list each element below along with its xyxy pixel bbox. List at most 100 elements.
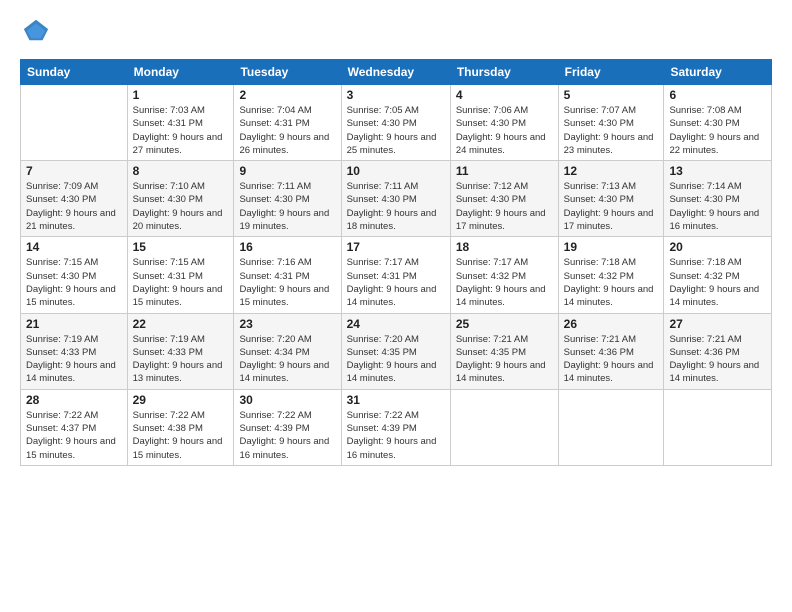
day-info: Sunrise: 7:14 AMSunset: 4:30 PMDaylight:…: [669, 180, 766, 233]
calendar-cell: 19 Sunrise: 7:18 AMSunset: 4:32 PMDayligh…: [558, 237, 664, 313]
calendar-cell: 10 Sunrise: 7:11 AMSunset: 4:30 PMDayligh…: [341, 161, 450, 237]
day-number: 19: [564, 240, 659, 254]
day-info: Sunrise: 7:19 AMSunset: 4:33 PMDaylight:…: [26, 333, 122, 386]
calendar-cell: 27 Sunrise: 7:21 AMSunset: 4:36 PMDayligh…: [664, 313, 772, 389]
calendar-cell: 4 Sunrise: 7:06 AMSunset: 4:30 PMDaylight…: [450, 85, 558, 161]
calendar-cell: 22 Sunrise: 7:19 AMSunset: 4:33 PMDayligh…: [127, 313, 234, 389]
calendar-cell: 23Sunrise: 7:20 AMSunset: 4:34 PMDayligh…: [234, 313, 341, 389]
calendar-cell: 30 Sunrise: 7:22 AMSunset: 4:39 PMDayligh…: [234, 389, 341, 465]
calendar-table: Sunday Monday Tuesday Wednesday Thursday…: [20, 59, 772, 466]
calendar-cell: 9 Sunrise: 7:11 AMSunset: 4:30 PMDaylight…: [234, 161, 341, 237]
day-number: 22: [133, 317, 229, 331]
day-info: Sunrise: 7:11 AMSunset: 4:30 PMDaylight:…: [347, 180, 445, 233]
calendar-cell: 5 Sunrise: 7:07 AMSunset: 4:30 PMDaylight…: [558, 85, 664, 161]
day-info: Sunrise: 7:22 AMSunset: 4:39 PMDaylight:…: [239, 409, 335, 462]
logo-icon: [22, 16, 50, 44]
calendar-cell: 31Sunrise: 7:22 AMSunset: 4:39 PMDayligh…: [341, 389, 450, 465]
col-sunday: Sunday: [21, 60, 128, 85]
calendar-cell: [21, 85, 128, 161]
day-info: Sunrise: 7:13 AMSunset: 4:30 PMDaylight:…: [564, 180, 659, 233]
day-info: Sunrise: 7:19 AMSunset: 4:33 PMDaylight:…: [133, 333, 229, 386]
calendar-cell: 12 Sunrise: 7:13 AMSunset: 4:30 PMDayligh…: [558, 161, 664, 237]
day-info: Sunrise: 7:22 AMSunset: 4:37 PMDaylight:…: [26, 409, 122, 462]
day-info: Sunrise: 7:22 AMSunset: 4:38 PMDaylight:…: [133, 409, 229, 462]
calendar-cell: 8 Sunrise: 7:10 AMSunset: 4:30 PMDaylight…: [127, 161, 234, 237]
calendar-cell: 13 Sunrise: 7:14 AMSunset: 4:30 PMDayligh…: [664, 161, 772, 237]
day-info: Sunrise: 7:16 AMSunset: 4:31 PMDaylight:…: [239, 256, 335, 309]
calendar-cell: 21 Sunrise: 7:19 AMSunset: 4:33 PMDayligh…: [21, 313, 128, 389]
calendar-week-row: 1 Sunrise: 7:03 AMSunset: 4:31 PMDaylight…: [21, 85, 772, 161]
calendar-header-row: Sunday Monday Tuesday Wednesday Thursday…: [21, 60, 772, 85]
day-number: 15: [133, 240, 229, 254]
day-number: 11: [456, 164, 553, 178]
day-info: Sunrise: 7:07 AMSunset: 4:30 PMDaylight:…: [564, 104, 659, 157]
calendar-cell: 20Sunrise: 7:18 AMSunset: 4:32 PMDayligh…: [664, 237, 772, 313]
day-info: Sunrise: 7:17 AMSunset: 4:32 PMDaylight:…: [456, 256, 553, 309]
day-info: Sunrise: 7:10 AMSunset: 4:30 PMDaylight:…: [133, 180, 229, 233]
day-number: 1: [133, 88, 229, 102]
day-info: Sunrise: 7:04 AMSunset: 4:31 PMDaylight:…: [239, 104, 335, 157]
day-info: Sunrise: 7:06 AMSunset: 4:30 PMDaylight:…: [456, 104, 553, 157]
day-number: 8: [133, 164, 229, 178]
calendar-cell: 29 Sunrise: 7:22 AMSunset: 4:38 PMDayligh…: [127, 389, 234, 465]
day-info: Sunrise: 7:21 AMSunset: 4:36 PMDaylight:…: [669, 333, 766, 386]
day-number: 30: [239, 393, 335, 407]
calendar-cell: 16 Sunrise: 7:16 AMSunset: 4:31 PMDayligh…: [234, 237, 341, 313]
day-number: 23: [239, 317, 335, 331]
calendar-cell: 1 Sunrise: 7:03 AMSunset: 4:31 PMDaylight…: [127, 85, 234, 161]
day-number: 26: [564, 317, 659, 331]
col-tuesday: Tuesday: [234, 60, 341, 85]
day-number: 5: [564, 88, 659, 102]
day-info: Sunrise: 7:20 AMSunset: 4:35 PMDaylight:…: [347, 333, 445, 386]
calendar-cell: [664, 389, 772, 465]
col-friday: Friday: [558, 60, 664, 85]
day-number: 2: [239, 88, 335, 102]
day-number: 13: [669, 164, 766, 178]
day-info: Sunrise: 7:21 AMSunset: 4:35 PMDaylight:…: [456, 333, 553, 386]
calendar-week-row: 14 Sunrise: 7:15 AMSunset: 4:30 PMDayligh…: [21, 237, 772, 313]
calendar-cell: 11Sunrise: 7:12 AMSunset: 4:30 PMDayligh…: [450, 161, 558, 237]
day-number: 10: [347, 164, 445, 178]
day-number: 17: [347, 240, 445, 254]
day-number: 4: [456, 88, 553, 102]
day-info: Sunrise: 7:22 AMSunset: 4:39 PMDaylight:…: [347, 409, 445, 462]
day-number: 9: [239, 164, 335, 178]
calendar-cell: 14 Sunrise: 7:15 AMSunset: 4:30 PMDayligh…: [21, 237, 128, 313]
day-info: Sunrise: 7:09 AMSunset: 4:30 PMDaylight:…: [26, 180, 122, 233]
page: Sunday Monday Tuesday Wednesday Thursday…: [0, 0, 792, 612]
day-number: 7: [26, 164, 122, 178]
day-number: 12: [564, 164, 659, 178]
day-number: 28: [26, 393, 122, 407]
calendar-cell: 6Sunrise: 7:08 AMSunset: 4:30 PMDaylight…: [664, 85, 772, 161]
calendar-week-row: 7 Sunrise: 7:09 AMSunset: 4:30 PMDaylight…: [21, 161, 772, 237]
day-number: 18: [456, 240, 553, 254]
day-number: 21: [26, 317, 122, 331]
day-number: 3: [347, 88, 445, 102]
day-number: 27: [669, 317, 766, 331]
calendar-cell: 26 Sunrise: 7:21 AMSunset: 4:36 PMDayligh…: [558, 313, 664, 389]
day-info: Sunrise: 7:18 AMSunset: 4:32 PMDaylight:…: [564, 256, 659, 309]
calendar-cell: [558, 389, 664, 465]
day-info: Sunrise: 7:15 AMSunset: 4:30 PMDaylight:…: [26, 256, 122, 309]
day-number: 14: [26, 240, 122, 254]
day-info: Sunrise: 7:03 AMSunset: 4:31 PMDaylight:…: [133, 104, 229, 157]
day-number: 16: [239, 240, 335, 254]
day-number: 29: [133, 393, 229, 407]
calendar-cell: 2 Sunrise: 7:04 AMSunset: 4:31 PMDaylight…: [234, 85, 341, 161]
day-number: 20: [669, 240, 766, 254]
col-monday: Monday: [127, 60, 234, 85]
calendar-cell: 15 Sunrise: 7:15 AMSunset: 4:31 PMDayligh…: [127, 237, 234, 313]
day-number: 25: [456, 317, 553, 331]
day-info: Sunrise: 7:21 AMSunset: 4:36 PMDaylight:…: [564, 333, 659, 386]
calendar-cell: [450, 389, 558, 465]
calendar-week-row: 21 Sunrise: 7:19 AMSunset: 4:33 PMDayligh…: [21, 313, 772, 389]
logo: [20, 16, 50, 49]
calendar-cell: 28 Sunrise: 7:22 AMSunset: 4:37 PMDayligh…: [21, 389, 128, 465]
day-info: Sunrise: 7:05 AMSunset: 4:30 PMDaylight:…: [347, 104, 445, 157]
col-saturday: Saturday: [664, 60, 772, 85]
day-info: Sunrise: 7:11 AMSunset: 4:30 PMDaylight:…: [239, 180, 335, 233]
calendar-cell: 17Sunrise: 7:17 AMSunset: 4:31 PMDayligh…: [341, 237, 450, 313]
calendar-cell: 25 Sunrise: 7:21 AMSunset: 4:35 PMDayligh…: [450, 313, 558, 389]
col-thursday: Thursday: [450, 60, 558, 85]
day-info: Sunrise: 7:15 AMSunset: 4:31 PMDaylight:…: [133, 256, 229, 309]
